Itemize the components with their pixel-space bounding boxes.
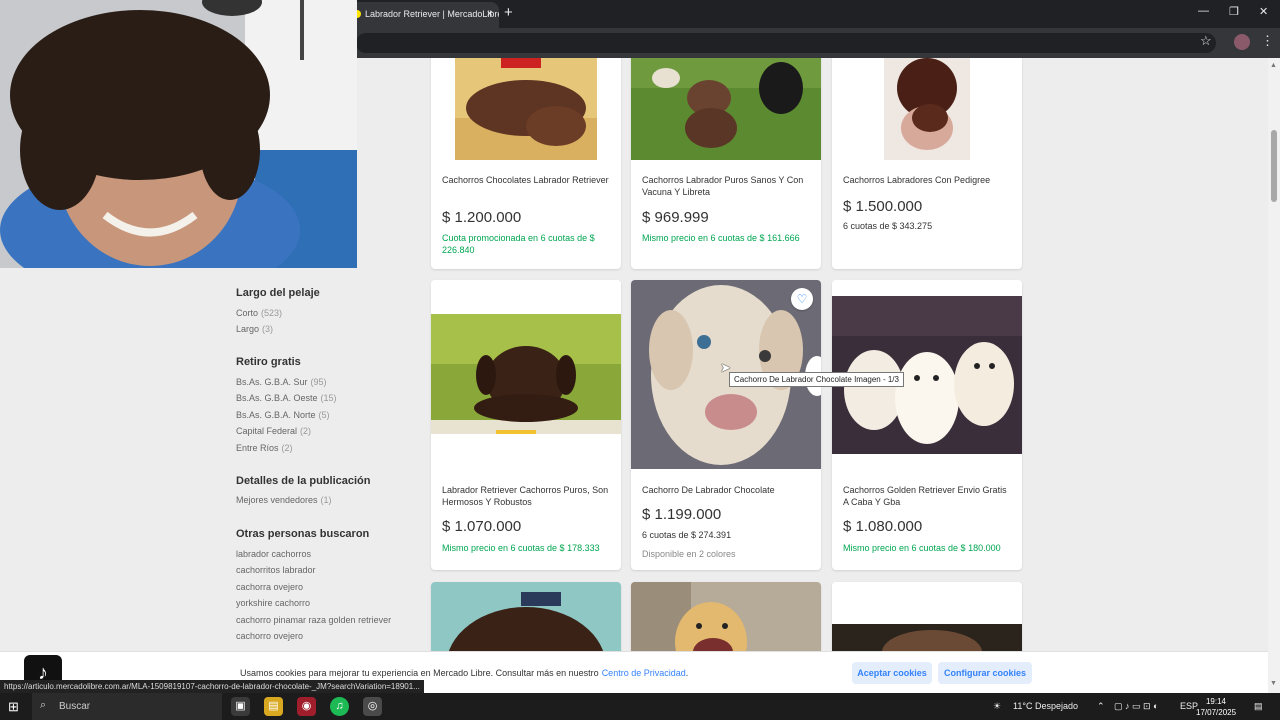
tray-icons[interactable]: ▢ ♪ ▭ ⊡ ◐	[1114, 701, 1159, 712]
windows-taskbar: ⊞ ⌕ Buscar ▣ ▤ ◉ ♫ ◎ ☀ 11°C Despejado ⌃ …	[0, 693, 1280, 720]
address-bar[interactable]	[356, 33, 1216, 53]
mouse-cursor-icon: ➤	[720, 360, 731, 375]
restore-icon[interactable]: ❐	[1229, 5, 1239, 18]
bookmark-star-icon[interactable]: ☆	[1200, 33, 1212, 49]
close-tab-icon[interactable]: ×	[487, 2, 493, 26]
product-title[interactable]: Cachorros Labrador Puros Sanos Y Con Vac…	[642, 174, 812, 198]
page-scrollbar[interactable]: ▲ ▼	[1268, 58, 1280, 693]
related-searches-title: Otras personas buscaron	[236, 528, 370, 540]
filter-item[interactable]: Capital Federal (2)	[236, 426, 311, 436]
related-search-link[interactable]: cachorra ovejero	[236, 582, 303, 592]
product-installments: 6 cuotas de $ 343.275	[843, 221, 933, 231]
filter-title-details: Detalles de la publicación	[236, 475, 371, 487]
related-search-link[interactable]: cachorro ovejero	[236, 631, 303, 641]
file-explorer-icon[interactable]: ▤	[264, 697, 283, 716]
scroll-down-arrow-icon[interactable]: ▼	[1270, 680, 1277, 687]
product-card[interactable]: Cachorros Labradores Con Pedigree $ 1.50…	[832, 58, 1022, 269]
product-price: $ 969.999	[642, 209, 709, 226]
search-icon: ⌕	[40, 699, 47, 711]
filter-item[interactable]: Bs.As. G.B.A. Sur (95)	[236, 377, 327, 387]
product-image[interactable]	[431, 58, 621, 160]
task-view-icon[interactable]: ▣	[231, 697, 250, 716]
product-image[interactable]	[832, 58, 1022, 160]
product-card[interactable]: Labrador Retriever Cachorros Puros, Son …	[431, 280, 621, 570]
privacy-center-link[interactable]: Centro de Privacidad	[602, 668, 686, 678]
taskbar-search[interactable]: ⌕ Buscar	[32, 693, 222, 720]
tab-title: Labrador Retriever | MercadoLibre	[365, 9, 499, 19]
browser-tab[interactable]: Labrador Retriever | MercadoLibre ×	[349, 2, 499, 28]
windows-start-icon[interactable]: ⊞	[8, 699, 19, 715]
related-search-link[interactable]: cachorro pinamar raza golden retriever	[236, 615, 391, 625]
weather-text[interactable]: 11°C Despejado	[1013, 701, 1078, 711]
close-window-icon[interactable]: ✕	[1259, 5, 1268, 18]
product-image[interactable]	[431, 280, 621, 469]
tray-chevron-icon[interactable]: ⌃	[1097, 701, 1105, 712]
filter-title-pickup: Retiro gratis	[236, 356, 301, 368]
related-search-link[interactable]: yorkshire cachorro	[236, 598, 310, 608]
filter-item[interactable]: Largo (3)	[236, 324, 273, 334]
accept-cookies-button[interactable]: Aceptar cookies	[852, 662, 932, 684]
weather-icon[interactable]: ☀	[993, 701, 1001, 712]
minimize-icon[interactable]: —	[1198, 5, 1209, 17]
product-title[interactable]: Labrador Retriever Cachorros Puros, Son …	[442, 484, 612, 508]
scrollbar-thumb[interactable]	[1271, 130, 1277, 202]
app-icon[interactable]: ◉	[297, 697, 316, 716]
webcam-overlay	[0, 0, 357, 268]
product-price: $ 1.200.000	[442, 209, 522, 226]
scroll-up-arrow-icon[interactable]: ▲	[1270, 62, 1277, 69]
chrome-icon[interactable]: ◎	[363, 697, 382, 716]
related-search-link[interactable]: labrador cachorros	[236, 549, 311, 559]
cookie-text: Usamos cookies para mejorar tu experienc…	[240, 668, 689, 678]
product-installments: 6 cuotas de $ 274.391	[642, 530, 732, 540]
filter-item[interactable]: Bs.As. G.B.A. Norte (5)	[236, 410, 330, 420]
filter-item[interactable]: Mejores vendedores (1)	[236, 495, 332, 505]
product-installments: Cuota promocionada en 6 cuotas de $ 226.…	[442, 233, 595, 255]
product-card[interactable]: Cachorros Chocolates Labrador Retriever …	[431, 58, 621, 269]
product-price: $ 1.080.000	[843, 518, 923, 535]
product-title[interactable]: Cachorro De Labrador Chocolate	[642, 484, 812, 496]
filter-item[interactable]: Bs.As. G.B.A. Oeste (15)	[236, 393, 337, 403]
status-bar-url: https://articulo.mercadolibre.com.ar/MLA…	[0, 680, 424, 694]
favorite-heart-icon[interactable]: ♡	[791, 288, 813, 310]
taskbar-search-placeholder: Buscar	[59, 701, 91, 712]
related-search-link[interactable]: cachorritos labrador	[236, 565, 316, 575]
configure-cookies-button[interactable]: Configurar cookies	[938, 662, 1032, 684]
product-installments: Mismo precio en 6 cuotas de $ 178.333	[442, 543, 600, 553]
filter-title-fur-length: Largo del pelaje	[236, 287, 320, 299]
clock[interactable]: 19:14 17/07/2025	[1196, 696, 1236, 718]
product-image[interactable]	[631, 58, 821, 160]
product-card[interactable]: Cachorros Labrador Puros Sanos Y Con Vac…	[631, 58, 821, 269]
image-tooltip: Cachorro De Labrador Chocolate Imagen - …	[729, 372, 904, 387]
browser-menu-icon[interactable]: ⋮	[1261, 33, 1274, 49]
product-card[interactable]: ♡ Cachorro De Labrador Chocolate $ 1.199…	[631, 280, 821, 570]
filter-item[interactable]: Corto (523)	[236, 308, 282, 318]
product-price: $ 1.500.000	[843, 198, 923, 215]
profile-avatar[interactable]	[1234, 34, 1250, 50]
product-title[interactable]: Cachorros Golden Retriever Envio Gratis …	[843, 484, 1013, 508]
product-price: $ 1.070.000	[442, 518, 522, 535]
product-installments: Mismo precio en 6 cuotas de $ 180.000	[843, 543, 1001, 553]
product-price: $ 1.199.000	[642, 506, 722, 523]
product-variants: Disponible en 2 colores	[642, 549, 736, 559]
spotify-icon[interactable]: ♫	[330, 697, 349, 716]
notifications-icon[interactable]: ▤	[1254, 701, 1263, 712]
new-tab-button[interactable]: +	[504, 4, 513, 21]
filter-item[interactable]: Entre Ríos (2)	[236, 443, 293, 453]
product-title[interactable]: Cachorros Labradores Con Pedigree	[843, 174, 1013, 186]
product-card[interactable]: Cachorros Golden Retriever Envio Gratis …	[832, 280, 1022, 570]
product-title[interactable]: Cachorros Chocolates Labrador Retriever	[442, 174, 612, 186]
product-installments: Mismo precio en 6 cuotas de $ 161.666	[642, 233, 800, 243]
